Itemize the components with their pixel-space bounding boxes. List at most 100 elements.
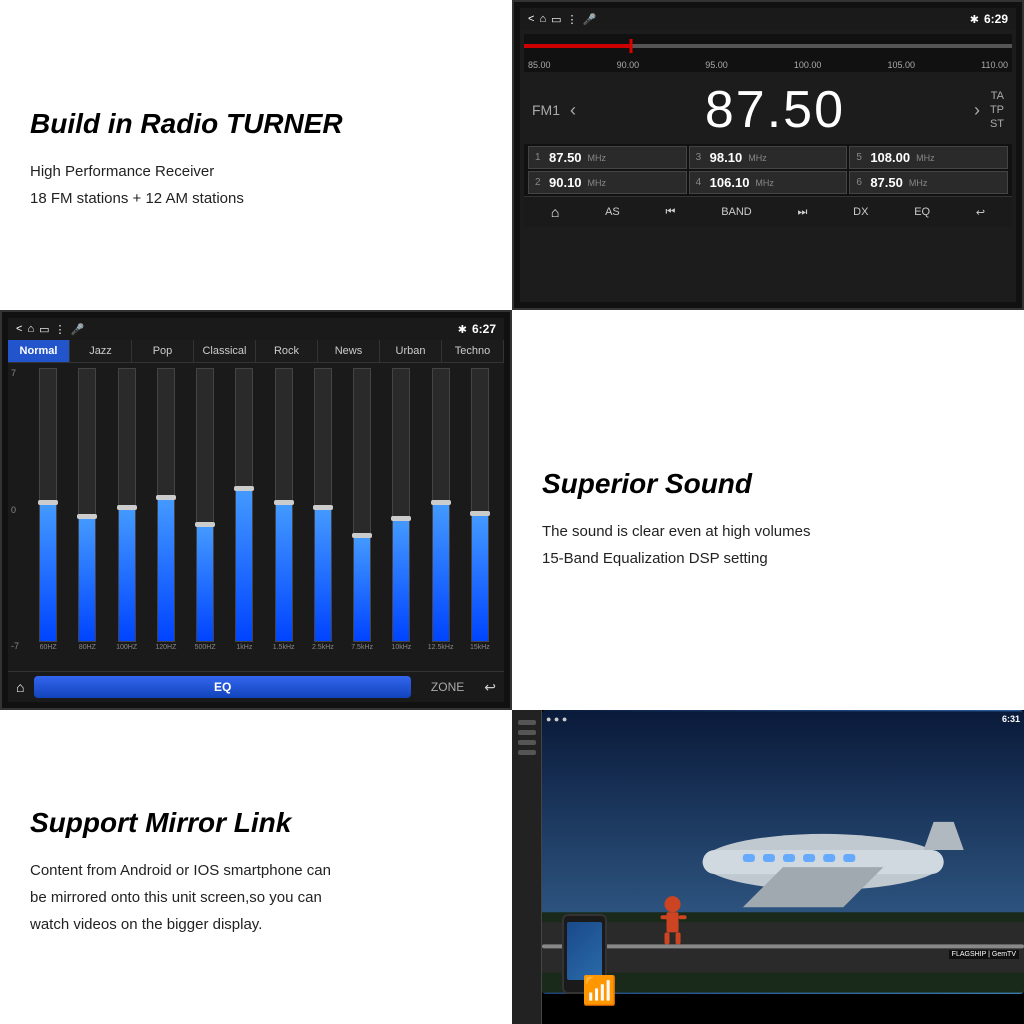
- eq-slider-handle-11[interactable]: [470, 511, 490, 516]
- eq-level-mid: 0: [11, 505, 19, 515]
- eq-slider-track-10: [432, 368, 450, 642]
- eq-slider-col-0[interactable]: 60HZ: [30, 368, 66, 651]
- eq-slider-col-6[interactable]: 1.5kHz: [266, 368, 302, 651]
- freq-label-2: 90.00: [617, 60, 640, 70]
- fm-band: FM1: [532, 102, 560, 118]
- eq-slider-fill-9: [393, 521, 409, 641]
- eq-slider-col-2[interactable]: 100HZ: [109, 368, 145, 651]
- fm-prev-button[interactable]: ⏮: [660, 204, 682, 221]
- fm-back-button[interactable]: ↩: [970, 204, 991, 221]
- eq-tab-urban[interactable]: Urban: [380, 340, 442, 362]
- eq-home-button[interactable]: ⌂: [16, 679, 24, 695]
- radio-clock: 6:29: [984, 12, 1008, 26]
- eq-slider-col-7[interactable]: 2.5kHz: [305, 368, 341, 651]
- eq-sliders-container: 60HZ80HZ100HZ120HZ500HZ1kHz1.5kHz2.5kHz7…: [8, 363, 504, 671]
- radio-body: High Performance Receiver 18 FM stations…: [30, 158, 492, 212]
- fm-next-button[interactable]: ⏭: [792, 204, 814, 221]
- eq-slider-col-1[interactable]: 80HZ: [69, 368, 105, 651]
- freq-label-3: 95.00: [705, 60, 728, 70]
- fm-dx-button[interactable]: DX: [847, 204, 874, 220]
- preset-1[interactable]: 1 87.50 MHz: [528, 146, 687, 169]
- radio-text-section: Build in Radio TURNER High Performance R…: [0, 0, 512, 310]
- preset-2[interactable]: 2 90.10 MHz: [528, 171, 687, 194]
- eq-level-labels: 7 0 -7: [11, 368, 19, 651]
- eq-slider-track-2: [118, 368, 136, 642]
- eq-slider-track-1: [78, 368, 96, 642]
- eq-bottom-bar: ⌂ EQ ZONE ↩: [8, 671, 504, 702]
- eq-slider-handle-8[interactable]: [352, 533, 372, 538]
- mirror-line3: watch videos on the bigger display.: [30, 911, 492, 938]
- freq-labels: 85.00 90.00 95.00 100.00 105.00 110.00: [524, 60, 1012, 70]
- eq-screen: < ⌂ ▭ ⋮ 🎤 ✱ 6:27 Normal Jazz Pop Classic…: [0, 310, 512, 710]
- preset-4[interactable]: 4 106.10 MHz: [689, 171, 848, 194]
- eq-window-nav-icon[interactable]: ▭: [39, 323, 49, 336]
- eq-slider-track-5: [235, 368, 253, 642]
- home-icon[interactable]: ⌂: [539, 13, 546, 25]
- eq-slider-handle-4[interactable]: [195, 522, 215, 527]
- fm-current-freq: 87.50: [586, 80, 964, 140]
- eq-tab-news[interactable]: News: [318, 340, 380, 362]
- eq-slider-handle-2[interactable]: [117, 505, 137, 510]
- fm-tuner-body: 85.00 90.00 95.00 100.00 105.00 110.00 F…: [520, 30, 1016, 302]
- eq-slider-handle-10[interactable]: [431, 500, 451, 505]
- eq-slider-label-3: 120HZ: [155, 644, 176, 651]
- eq-slider-fill-10: [433, 505, 449, 641]
- eq-eq-button[interactable]: EQ: [34, 676, 410, 698]
- fm-as-button[interactable]: AS: [599, 204, 626, 220]
- eq-menu-nav-icon[interactable]: ⋮: [55, 323, 66, 336]
- page-container: Build in Radio TURNER High Performance R…: [0, 0, 1024, 1024]
- radio-title: Build in Radio TURNER: [30, 108, 492, 140]
- eq-bluetooth-icon: ✱: [458, 323, 467, 336]
- mic-icon[interactable]: 🎤: [583, 13, 597, 26]
- eq-tab-rock[interactable]: Rock: [256, 340, 318, 362]
- eq-mic-nav-icon[interactable]: 🎤: [71, 323, 85, 336]
- eq-slider-label-0: 60HZ: [40, 644, 57, 651]
- eq-slider-handle-0[interactable]: [38, 500, 58, 505]
- window-icon[interactable]: ▭: [551, 13, 561, 26]
- fm-home-button[interactable]: ⌂: [545, 202, 565, 222]
- airplane-status-bar: ● ● ● 6:31: [546, 714, 1020, 724]
- eq-slider-col-9[interactable]: 10kHz: [383, 368, 419, 651]
- eq-tab-jazz[interactable]: Jazz: [70, 340, 132, 362]
- fm-prev-arrow[interactable]: ‹: [560, 100, 586, 121]
- sound-line1: The sound is clear even at high volumes: [542, 518, 1004, 545]
- fm-band-button[interactable]: BAND: [715, 204, 758, 220]
- preset-6[interactable]: 6 87.50 MHz: [849, 171, 1008, 194]
- tp-label: TP: [990, 104, 1004, 116]
- eq-slider-col-5[interactable]: 1kHz: [226, 368, 262, 651]
- eq-back-button[interactable]: ↩: [484, 679, 496, 696]
- eq-slider-handle-7[interactable]: [313, 505, 333, 510]
- eq-slider-handle-3[interactable]: [156, 495, 176, 500]
- back-icon[interactable]: <: [528, 13, 534, 25]
- eq-slider-col-4[interactable]: 500HZ: [187, 368, 223, 651]
- preset-3[interactable]: 3 98.10 MHz: [689, 146, 848, 169]
- fm-eq-button[interactable]: EQ: [908, 204, 936, 220]
- eq-tab-classical[interactable]: Classical: [194, 340, 256, 362]
- eq-slider-col-11[interactable]: 15kHz: [462, 368, 498, 651]
- airplane-clock: 6:31: [1002, 714, 1020, 724]
- fm-next-arrow[interactable]: ›: [964, 100, 990, 121]
- sound-title: Superior Sound: [542, 468, 1004, 500]
- phone-hand: 📶: [552, 904, 632, 1024]
- eq-back-nav-icon[interactable]: <: [16, 323, 22, 335]
- eq-slider-fill-6: [276, 505, 292, 641]
- eq-tab-pop[interactable]: Pop: [132, 340, 194, 362]
- eq-home-nav-icon[interactable]: ⌂: [27, 323, 34, 335]
- eq-tab-techno[interactable]: Techno: [442, 340, 504, 362]
- eq-slider-handle-6[interactable]: [274, 500, 294, 505]
- eq-slider-handle-1[interactable]: [77, 514, 97, 519]
- eq-zone-label: ZONE: [431, 680, 464, 694]
- eq-status-bar: < ⌂ ▭ ⋮ 🎤 ✱ 6:27: [8, 318, 504, 340]
- radio-line2: 18 FM stations + 12 AM stations: [30, 185, 492, 212]
- eq-slider-col-3[interactable]: 120HZ: [148, 368, 184, 651]
- wifi-icon: 📶: [582, 974, 617, 1007]
- eq-slider-handle-5[interactable]: [234, 486, 254, 491]
- menu-icon[interactable]: ⋮: [567, 13, 578, 26]
- eq-slider-handle-9[interactable]: [391, 516, 411, 521]
- preset-5[interactable]: 5 108.00 MHz: [849, 146, 1008, 169]
- car-unit-side: [512, 710, 542, 1024]
- eq-slider-col-8[interactable]: 7.5kHz: [344, 368, 380, 651]
- eq-slider-col-10[interactable]: 12.5kHz: [423, 368, 459, 651]
- eq-tab-normal[interactable]: Normal: [8, 340, 70, 362]
- eq-slider-label-2: 100HZ: [116, 644, 137, 651]
